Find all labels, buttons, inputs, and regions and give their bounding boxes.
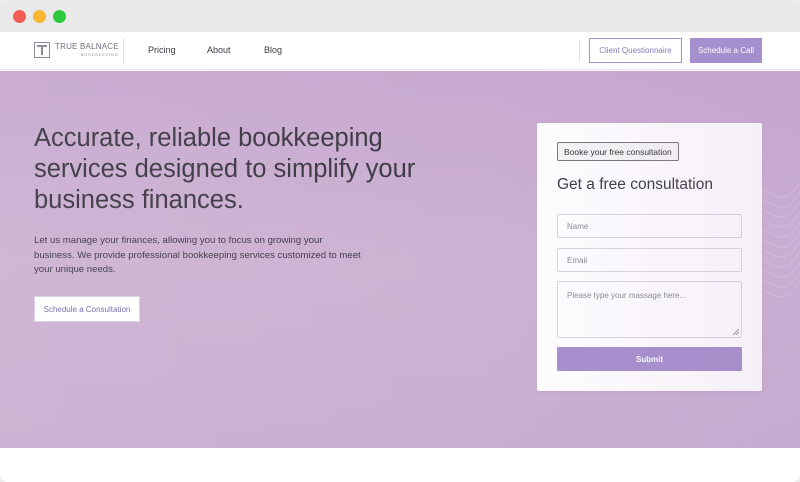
nav-right-divider xyxy=(579,40,580,62)
submit-button[interactable]: Submit xyxy=(557,347,742,371)
site-header: TRUE BALNACE BOOKKEEPING Pricing About B… xyxy=(0,32,800,70)
logo-name: TRUE BALNACE xyxy=(55,42,119,51)
maximize-window-button[interactable] xyxy=(53,9,66,23)
name-input[interactable]: Name xyxy=(557,214,742,238)
nav-link-pricing[interactable]: Pricing xyxy=(148,45,176,55)
schedule-consultation-button[interactable]: Schedule a Consultation xyxy=(34,296,140,322)
nav-divider xyxy=(123,38,124,64)
email-input[interactable]: Email xyxy=(557,248,742,272)
resize-handle-icon[interactable] xyxy=(733,329,739,335)
nav-link-about[interactable]: About xyxy=(207,45,231,55)
hero-headline: Accurate, reliable bookkeeping services … xyxy=(34,124,416,214)
consultation-form: Booke your free consultation Get a free … xyxy=(537,123,762,391)
message-textarea[interactable]: Please type your massage here... xyxy=(557,281,742,338)
message-placeholder: Please type your massage here... xyxy=(567,291,687,300)
nav-link-blog[interactable]: Blog xyxy=(264,45,282,55)
logo-subtitle: BOOKKEEPING xyxy=(80,52,119,57)
form-title: Get a free consultation xyxy=(557,176,713,193)
minimize-window-button[interactable] xyxy=(33,9,46,23)
hero-subtext: Let us manage your finances, allowing yo… xyxy=(34,235,361,275)
logo[interactable]: TRUE BALNACE BOOKKEEPING xyxy=(34,42,119,58)
hero-section: Accurate, reliable bookkeeping services … xyxy=(0,71,800,448)
logo-icon xyxy=(34,42,50,58)
schedule-call-button[interactable]: Schedule a Call xyxy=(690,38,762,63)
title-bar xyxy=(0,0,800,32)
browser-window: TRUE BALNACE BOOKKEEPING Pricing About B… xyxy=(0,0,800,482)
client-questionnaire-button[interactable]: Client Questionnaire xyxy=(589,38,682,63)
form-badge: Booke your free consultation xyxy=(557,142,679,161)
close-window-button[interactable] xyxy=(13,9,26,23)
logo-text: TRUE BALNACE BOOKKEEPING xyxy=(55,43,119,57)
